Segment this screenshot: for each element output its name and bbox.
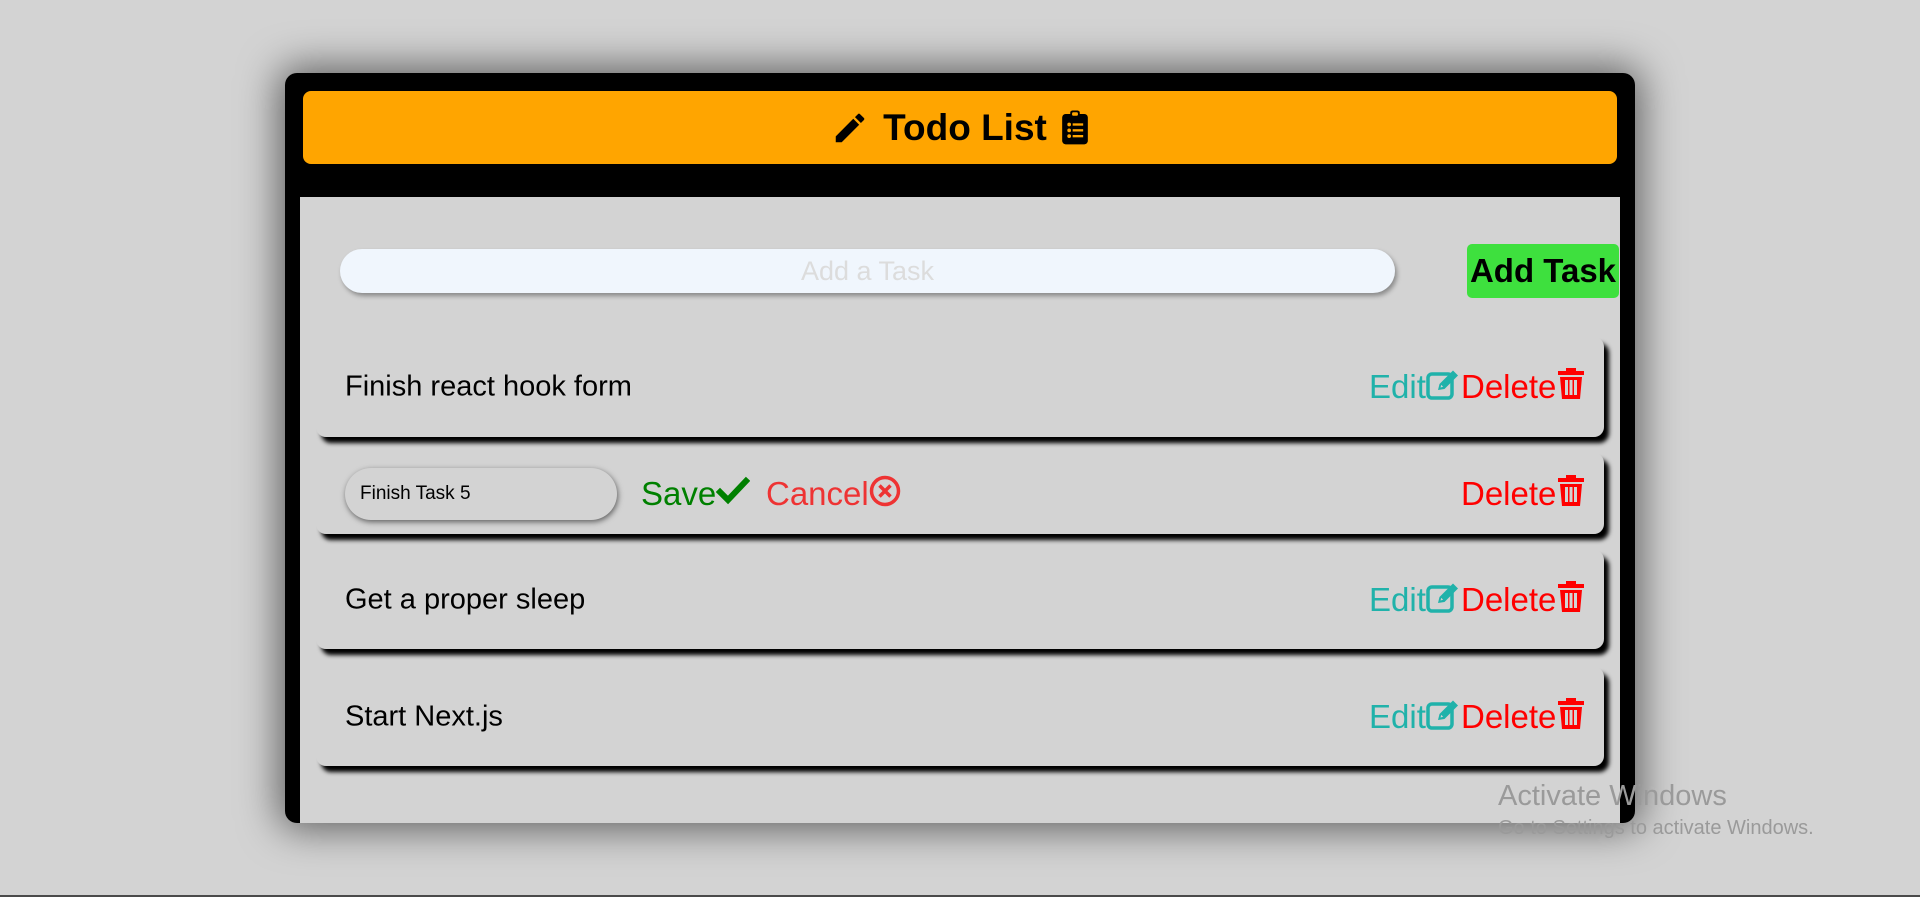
checkmark-icon xyxy=(716,476,751,506)
save-label: Save xyxy=(641,474,717,512)
edit-label: Edit xyxy=(1369,580,1426,618)
activate-windows-watermark: Activate Windows Go to Settings to activ… xyxy=(1498,780,1814,840)
clipboard-list-icon xyxy=(1061,110,1089,146)
task-item: Start Next.js Edit Delete xyxy=(316,667,1604,766)
delete-button[interactable]: Delete xyxy=(1461,580,1586,619)
pencil-icon xyxy=(831,109,869,147)
delete-label: Delete xyxy=(1461,368,1557,405)
cancel-label: Cancel xyxy=(766,474,869,512)
edit-button[interactable]: Edit xyxy=(1369,698,1460,736)
delete-button[interactable]: Delete xyxy=(1461,697,1586,736)
trash-icon xyxy=(1556,697,1586,730)
task-item: Finish react hook form Edit Delete xyxy=(316,337,1604,437)
task-item: Get a proper sleep Edit Delete xyxy=(316,550,1604,649)
delete-button[interactable]: Delete xyxy=(1461,368,1586,406)
task-text: Get a proper sleep xyxy=(345,583,586,615)
edit-icon xyxy=(1426,583,1460,613)
trash-icon xyxy=(1556,580,1586,613)
delete-button[interactable]: Delete xyxy=(1461,474,1586,513)
page-title: Todo List xyxy=(883,106,1047,148)
delete-label: Delete xyxy=(1461,580,1557,618)
close-circle-icon xyxy=(869,475,901,507)
trash-icon xyxy=(1556,474,1586,507)
delete-label: Delete xyxy=(1461,697,1557,735)
watermark-title: Activate Windows xyxy=(1498,780,1727,812)
edit-label: Edit xyxy=(1369,697,1426,735)
delete-label: Delete xyxy=(1461,474,1557,512)
watermark-subtitle: Go to Settings to activate Windows. xyxy=(1498,817,1814,839)
edit-button[interactable]: Edit xyxy=(1369,581,1460,619)
edit-task-input[interactable] xyxy=(345,467,617,520)
edit-icon xyxy=(1426,370,1460,400)
task-text: Finish react hook form xyxy=(345,370,632,403)
add-task-button[interactable]: Add Task xyxy=(1467,244,1619,298)
add-task-input[interactable] xyxy=(340,249,1395,293)
trash-icon xyxy=(1556,368,1586,400)
cancel-button[interactable]: Cancel xyxy=(766,475,901,513)
edit-icon xyxy=(1426,700,1460,730)
task-item-editing: Save Cancel Delete xyxy=(316,453,1604,534)
save-button[interactable]: Save xyxy=(641,474,751,513)
edit-label: Edit xyxy=(1369,368,1426,405)
todo-app: Todo List Add Task Finish react hook for… xyxy=(285,73,1635,823)
task-text: Start Next.js xyxy=(345,700,503,732)
main-content: Add Task Finish react hook form Edit Del… xyxy=(300,197,1620,823)
edit-button[interactable]: Edit xyxy=(1369,368,1460,406)
header-bar: Todo List xyxy=(303,91,1617,164)
